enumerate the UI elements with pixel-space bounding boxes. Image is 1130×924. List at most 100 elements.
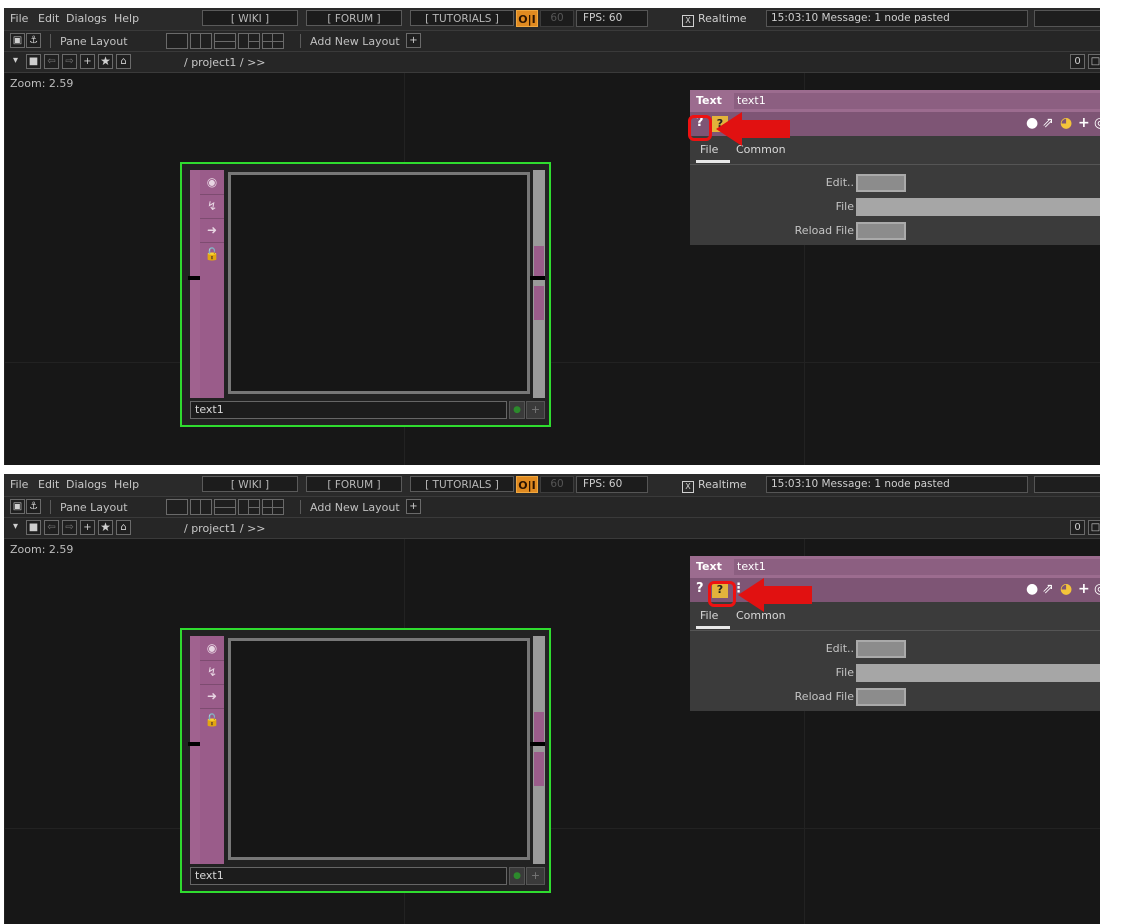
layout-three[interactable] [238,33,260,49]
fps-readout: FPS: 60 [576,476,648,493]
layout-vsplit[interactable] [190,33,212,49]
text-node[interactable]: ◉ ↯ ➜ 🔓 text1 ● + [180,162,551,427]
display-flag-icon[interactable]: ➜ [200,684,224,709]
bypass-flag-icon[interactable]: ↯ [200,660,224,685]
menu-dialogs[interactable]: Dialogs [66,12,107,25]
path-bar: ▾ ■ ⇦ ⇨ + ★ ⌂ / project1 / >> 0 □ [4,52,1100,73]
tab-file[interactable]: File [700,609,718,622]
network-editor[interactable]: Zoom: 2.59 ◉ ↯ ➜ 🔓 text1 ● + Text text1 [4,73,1100,465]
menu-file[interactable]: File [10,478,28,491]
text-node[interactable]: ◉ ↯ ➜ 🔓 text1 ● + [180,628,551,893]
pane-image-icon[interactable]: ▣ [10,33,25,48]
star-icon[interactable]: ★ [98,520,113,535]
layout-single[interactable] [166,499,188,515]
layout-vsplit[interactable] [190,499,212,515]
wiki-button[interactable]: [ WIKI ] [202,476,298,492]
layout-three[interactable] [238,499,260,515]
tutorials-button[interactable]: [ TUTORIALS ] [410,10,514,26]
input-connector[interactable] [188,742,200,746]
target-icon[interactable]: ◎ [1094,581,1100,597]
pane-index[interactable]: 0 [1070,54,1085,69]
node-status-icon[interactable]: ● [509,401,525,419]
operator-name-field[interactable]: text1 [734,93,1100,109]
tutorials-button[interactable]: [ TUTORIALS ] [410,476,514,492]
display-flag-icon[interactable]: ➜ [200,218,224,243]
star-icon[interactable]: ★ [98,54,113,69]
node-status-icon[interactable]: ● [509,867,525,885]
wiki-button[interactable]: [ WIKI ] [202,10,298,26]
perform-mode-toggle[interactable]: O|I [516,10,538,27]
realtime-toggle[interactable]: X Realtime [682,478,747,493]
lock-flag-icon[interactable]: 🔓 [200,708,224,732]
file-field[interactable] [856,198,1100,216]
add-icon[interactable]: + [80,54,95,69]
network-editor[interactable]: Zoom: 2.59 ◉ ↯ ➜ 🔓 text1 ● + Text text1 [4,539,1100,924]
chevron-down-icon[interactable]: ▾ [8,520,23,535]
lock-flag-icon[interactable]: 🔓 [200,242,224,266]
input-connector[interactable] [188,276,200,280]
help-icon[interactable]: ? [696,581,704,596]
add-layout-icon[interactable]: + [406,499,421,514]
menu-file[interactable]: File [10,12,28,25]
menu-help[interactable]: Help [114,478,139,491]
menu-edit[interactable]: Edit [38,12,59,25]
node-edit-icon[interactable]: ⇗ [1042,115,1054,131]
pane-anchor-icon[interactable]: ⚓ [26,33,41,48]
target-icon[interactable]: ◎ [1094,115,1100,131]
pane-anchor-icon[interactable]: ⚓ [26,499,41,514]
menu-help[interactable]: Help [114,12,139,25]
menu-edit[interactable]: Edit [38,478,59,491]
file-field[interactable] [856,664,1100,682]
add-icon[interactable]: + [80,520,95,535]
back-icon[interactable]: ⇦ [44,54,59,69]
python-icon[interactable]: ◕ [1060,581,1072,597]
stop-icon[interactable]: ■ [26,520,41,535]
output-connector[interactable] [530,276,545,280]
edit-button[interactable] [856,640,906,658]
edit-button[interactable] [856,174,906,192]
reload-button[interactable] [856,222,906,240]
forum-button[interactable]: [ FORUM ] [306,476,402,492]
output-connector[interactable] [530,742,545,746]
pane-layout-label: Pane Layout [60,35,128,48]
node-name-field[interactable]: text1 [190,401,507,419]
viewer-flag-icon[interactable]: ◉ [200,636,224,661]
layout-hsplit[interactable] [214,499,236,515]
reload-button[interactable] [856,688,906,706]
forward-icon[interactable]: ⇨ [62,54,77,69]
layout-quad[interactable] [262,33,284,49]
forward-icon[interactable]: ⇨ [62,520,77,535]
pane-image-icon[interactable]: ▣ [10,499,25,514]
layout-quad[interactable] [262,499,284,515]
pane-index[interactable]: 0 [1070,520,1085,535]
add-param-icon[interactable]: + [1078,581,1090,597]
python-icon[interactable]: ◕ [1060,115,1072,131]
comment-icon[interactable]: ● [1026,115,1038,131]
edit-param-label: Edit.. [825,176,854,189]
viewer-flag-icon[interactable]: ◉ [200,170,224,195]
comment-icon[interactable]: ● [1026,581,1038,597]
maximize-icon[interactable]: □ [1088,54,1100,69]
bypass-flag-icon[interactable]: ↯ [200,194,224,219]
network-path[interactable]: / project1 / >> [184,56,266,69]
menu-dialogs[interactable]: Dialogs [66,478,107,491]
maximize-icon[interactable]: □ [1088,520,1100,535]
chevron-down-icon[interactable]: ▾ [8,54,23,69]
node-add-icon[interactable]: + [526,867,545,885]
node-add-icon[interactable]: + [526,401,545,419]
perform-mode-toggle[interactable]: O|I [516,476,538,493]
operator-name-field[interactable]: text1 [734,559,1100,575]
realtime-toggle[interactable]: X Realtime [682,12,747,27]
add-param-icon[interactable]: + [1078,115,1090,131]
forum-button[interactable]: [ FORUM ] [306,10,402,26]
layout-hsplit[interactable] [214,33,236,49]
stop-icon[interactable]: ■ [26,54,41,69]
home-icon[interactable]: ⌂ [116,520,131,535]
node-name-field[interactable]: text1 [190,867,507,885]
node-edit-icon[interactable]: ⇗ [1042,581,1054,597]
layout-single[interactable] [166,33,188,49]
add-layout-icon[interactable]: + [406,33,421,48]
home-icon[interactable]: ⌂ [116,54,131,69]
network-path[interactable]: / project1 / >> [184,522,266,535]
back-icon[interactable]: ⇦ [44,520,59,535]
